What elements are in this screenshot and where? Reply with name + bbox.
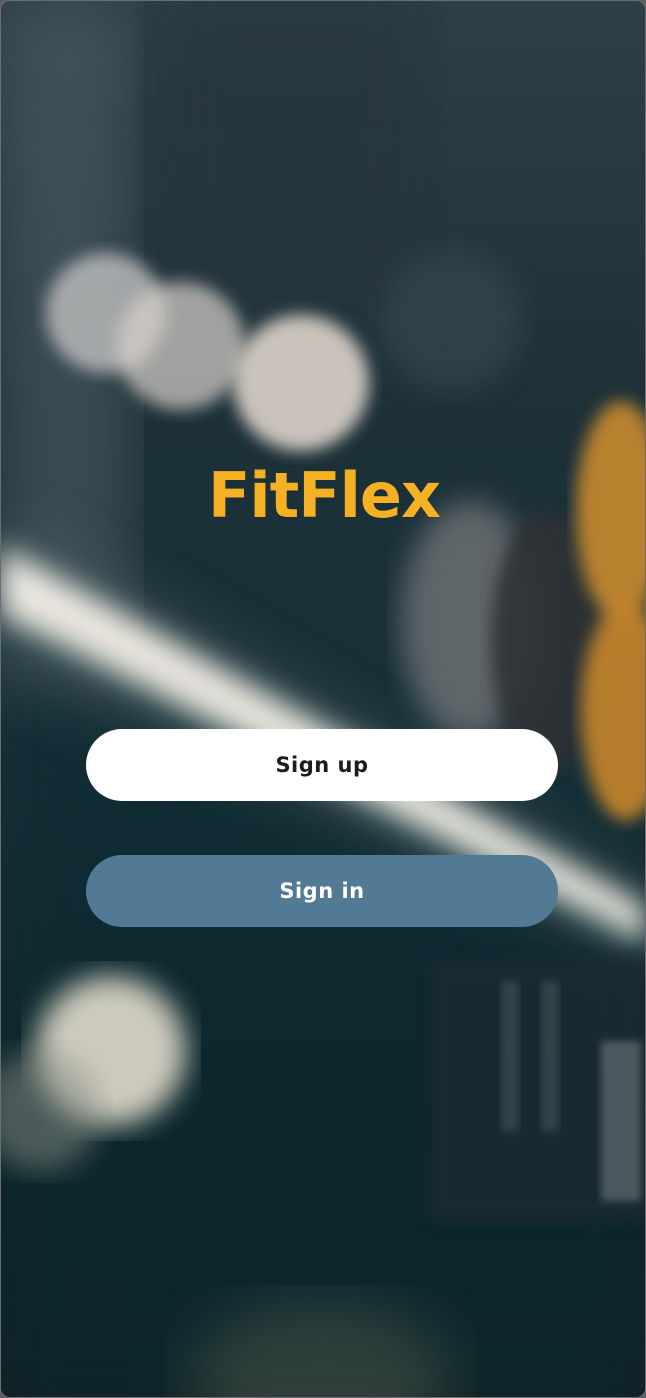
sign-up-label: Sign up: [275, 753, 369, 777]
welcome-screen: FitFlex Sign up Sign in: [0, 0, 646, 1398]
app-logo: FitFlex: [208, 459, 441, 532]
sign-up-button[interactable]: Sign up: [86, 729, 558, 801]
gym-background-image: [1, 1, 645, 1397]
sign-in-label: Sign in: [279, 879, 365, 903]
sign-in-button[interactable]: Sign in: [86, 855, 558, 927]
